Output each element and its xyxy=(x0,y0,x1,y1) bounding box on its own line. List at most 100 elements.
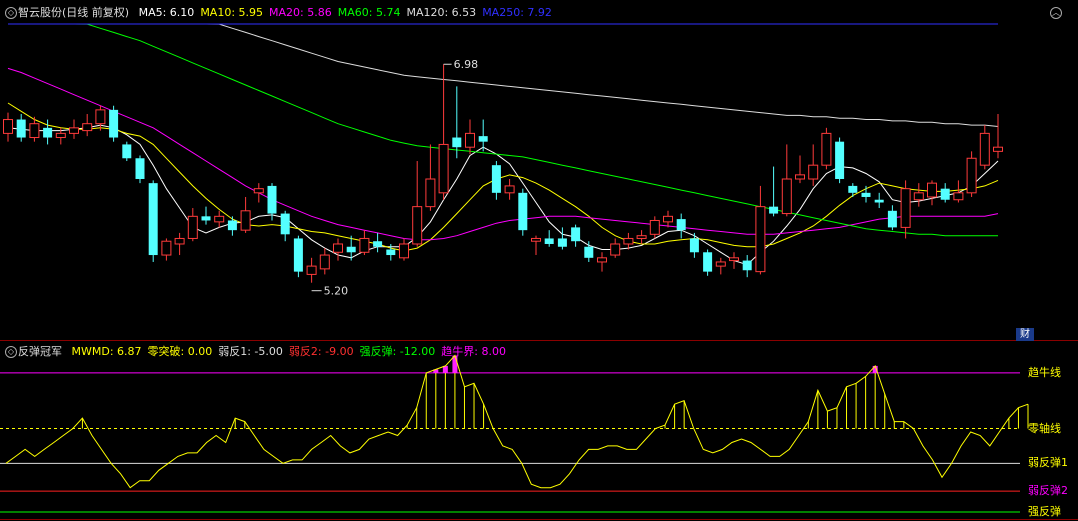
candle-body-up xyxy=(187,215,198,239)
candle-body-up xyxy=(174,237,185,245)
candle-body-up xyxy=(29,123,40,139)
strong-rebound-label: 强反弹 xyxy=(1028,505,1061,519)
candle-body-up xyxy=(927,182,937,198)
candle-body-down xyxy=(122,144,132,159)
ma-legend-item: MA5: 6.10 xyxy=(138,6,195,19)
candle-body-down xyxy=(452,137,462,148)
price-legend: 智云股份(日线 前复权) MA5: 6.10 MA10: 5.95 MA20: 5.… xyxy=(18,5,564,21)
indicator-legend-item: 零突破: 0.00 xyxy=(147,345,213,358)
weak-rebound-1-label: 弱反弹1 xyxy=(1028,456,1068,470)
candle-body-down xyxy=(43,127,53,138)
indicator-legend-item: 强反弹: -12.00 xyxy=(359,345,436,358)
candle-body-down xyxy=(835,141,845,179)
candle-body-down xyxy=(16,119,26,138)
candle-body-down xyxy=(491,165,501,193)
candle-body-up xyxy=(597,257,607,263)
candle-body-up xyxy=(465,132,475,148)
collapse-icon[interactable]: ◇ xyxy=(5,346,17,358)
candle-body-down xyxy=(109,109,119,138)
candle-body-up xyxy=(953,192,964,201)
price-panel: 6.98 5.20 xyxy=(3,23,1003,298)
candle-body-down xyxy=(769,206,779,214)
indicator-legend-item: 弱反2: -9.00 xyxy=(288,345,354,358)
candle-body-up xyxy=(504,185,515,194)
candle-body-up xyxy=(623,237,634,245)
candle-body-up xyxy=(306,265,317,275)
candle-body-up xyxy=(95,109,106,125)
candle-body-down xyxy=(518,192,528,231)
candle-body-down xyxy=(848,185,858,193)
candle-body-up xyxy=(55,132,66,139)
candle-body-up xyxy=(69,127,79,134)
chart-canvas[interactable]: 6.98 5.20 xyxy=(0,0,1078,521)
candle-body-up xyxy=(412,206,423,245)
candle-body-down xyxy=(689,238,699,253)
indicator-panel xyxy=(0,354,1029,513)
indicator-values: MWMD: 6.87 零突破: 0.00 弱反1: -5.00 弱反2: -9.00 强… xyxy=(72,345,512,358)
ma-legend-item: MA20: 5.86 xyxy=(269,6,332,19)
candle-body-down xyxy=(676,219,686,231)
chevron-up-icon[interactable]: ︿ xyxy=(1050,7,1062,19)
ma-legend-item: MA60: 5.74 xyxy=(337,6,401,19)
candle-body-up xyxy=(715,261,726,267)
candle-body-down xyxy=(703,252,713,272)
candle-body-down xyxy=(280,213,290,235)
candle-body-down xyxy=(135,158,145,179)
stock-chart-window: 6.98 5.20 ◇ 智云股份(日线 前复权) MA5: 6.10 MA10: 5… xyxy=(0,0,1078,521)
finance-badge[interactable]: 财 xyxy=(1016,328,1034,341)
candle-body-up xyxy=(214,215,225,223)
candle-body-down xyxy=(267,185,277,214)
candle-body-down xyxy=(227,220,237,231)
candle-body-down xyxy=(478,136,488,142)
candle-body-down xyxy=(544,238,554,244)
candle-body-up xyxy=(610,243,621,256)
candle-body-up xyxy=(755,206,766,273)
candle-body-down xyxy=(887,210,897,228)
candle-body-down xyxy=(201,216,211,221)
chart-mode[interactable]: (日线 前复权) xyxy=(62,6,129,19)
candle-body-up xyxy=(900,188,911,228)
indicator-legend-item: 弱反1: -5.00 xyxy=(218,345,283,358)
ma-line-ma120 xyxy=(8,23,999,127)
candle-body-down xyxy=(557,238,567,247)
indicator-legend-item: 趋牛界: 8.00 xyxy=(441,345,506,358)
candle-body-up xyxy=(253,188,264,194)
stock-name[interactable]: 智云股份 xyxy=(18,6,62,19)
candle-body-up xyxy=(425,178,436,208)
candle-body-down xyxy=(874,199,884,203)
candle-body-up xyxy=(993,146,1003,152)
candle-body-down xyxy=(346,246,356,253)
candle-body-up xyxy=(966,157,977,194)
ma-legend-item: MA120: 6.53 xyxy=(406,6,477,19)
candle-body-up xyxy=(161,240,172,256)
candle-body-up xyxy=(808,164,819,180)
indicator-legend: 反弹冠军 MWMD: 6.87 零突破: 0.00 弱反1: -5.00 弱反2: -… xyxy=(18,344,518,360)
candle-body-down xyxy=(742,260,752,271)
candle-body-up xyxy=(82,123,93,132)
candle-body-up xyxy=(359,237,370,253)
candle-body-up xyxy=(636,235,647,239)
collapse-icon[interactable]: ◇ xyxy=(5,7,17,19)
ma-legend-item: MA10: 5.95 xyxy=(200,6,264,19)
indicator-name[interactable]: 反弹冠军 xyxy=(18,345,62,358)
candle-body-up xyxy=(399,243,409,259)
candle-body-up xyxy=(333,243,343,253)
low-price-label: 5.20 xyxy=(324,285,349,298)
candle-body-up xyxy=(319,254,330,270)
ma-legend-item: MA250: 7.92 xyxy=(482,6,552,19)
candle-body-up xyxy=(663,215,673,223)
candle-body-down xyxy=(571,227,581,242)
candle-body-up xyxy=(649,219,660,235)
weak-rebound-2-label: 弱反弹2 xyxy=(1028,484,1068,498)
high-price-label: 6.98 xyxy=(454,58,479,71)
candle-body-up xyxy=(821,132,832,166)
candle-body-up xyxy=(3,119,13,134)
candle-body-down xyxy=(861,192,871,197)
candle-body-down xyxy=(584,246,594,258)
ma-list: MA5: 6.10 MA10: 5.95 MA20: 5.86 MA60: 5.74 M… xyxy=(139,6,558,19)
candle-body-up xyxy=(781,178,792,215)
candle-body-up xyxy=(729,257,739,262)
candle-body-up xyxy=(438,143,449,194)
candle-body-down xyxy=(940,188,950,200)
bull-line-label: 趋牛线 xyxy=(1028,365,1061,379)
